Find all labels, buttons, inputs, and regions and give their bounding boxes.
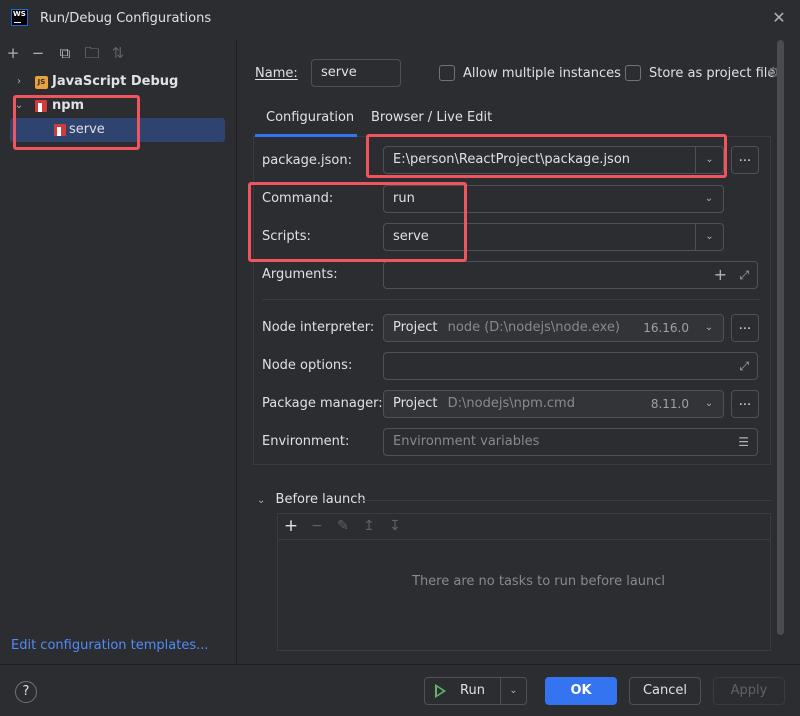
tree-item-label: serve (69, 122, 105, 137)
node-options-label: Node options: (262, 358, 353, 373)
command-label: Command: (262, 191, 334, 206)
configurations-tree-pane: + − ⧉ 🗀 ⇅ › JS JavaScript Debug ⌄ npm se… (0, 40, 237, 664)
browse-package-manager-button[interactable]: ... (731, 390, 759, 418)
before-launch-toolbar: + − ✎ ↥ ↧ (278, 514, 770, 540)
scripts-value: serve (393, 229, 429, 244)
node-interpreter-kind: Project (393, 320, 438, 335)
package-manager-kind: Project (393, 396, 438, 411)
scripts-select[interactable]: serve ⌄ (383, 223, 724, 251)
tree-item-npm[interactable]: ⌄ npm (0, 94, 237, 118)
command-value: run (393, 191, 415, 206)
store-as-file-label[interactable]: Store as project file (649, 66, 775, 81)
chevron-right-icon[interactable]: › (13, 70, 25, 94)
webstorm-logo-icon: WS (11, 9, 28, 26)
chevron-down-icon[interactable]: ⌄ (695, 147, 723, 173)
scrollbar[interactable] (777, 40, 784, 635)
edit-icon[interactable]: ✎ (334, 517, 352, 535)
browse-package-json-button[interactable]: ... (731, 146, 759, 174)
name-label: Name: (255, 66, 298, 81)
move-up-icon[interactable]: ↥ (360, 517, 378, 535)
node-interpreter-version: 16.16.0 (643, 321, 689, 335)
ok-button[interactable]: OK (545, 677, 617, 705)
package-manager-label: Package manager: (262, 396, 383, 411)
before-launch-header[interactable]: ⌄ Before launch (257, 492, 366, 507)
expand-icon[interactable]: ⤢ (739, 353, 749, 379)
node-options-input[interactable]: ⤢ (383, 352, 758, 380)
allow-multiple-label[interactable]: Allow multiple instances (463, 66, 621, 81)
help-button[interactable]: ? (15, 681, 37, 703)
chevron-down-icon[interactable]: ⌄ (695, 391, 723, 417)
environment-placeholder: Environment variables (393, 434, 540, 449)
before-launch-divider (359, 500, 771, 501)
copy-icon[interactable]: ⧉ (56, 44, 74, 62)
run-button[interactable]: Run ⌄ (424, 677, 527, 705)
empty-tasks-text: There are no tasks to run before launcl (412, 574, 666, 589)
chevron-down-icon[interactable]: ⌄ (500, 678, 526, 704)
add-icon[interactable]: + (282, 517, 300, 535)
window-title: Run/Debug Configurations (40, 11, 212, 26)
cancel-button[interactable]: Cancel (629, 677, 701, 705)
package-json-field[interactable]: E:\person\ReactProject\package.json ⌄ (383, 146, 724, 174)
package-manager-path: D:\nodejs\npm.cmd (447, 396, 575, 411)
form-separator (262, 299, 761, 300)
package-manager-select[interactable]: Project D:\nodejs\npm.cmd 8.11.0 ⌄ (383, 390, 724, 418)
tab-browser-live-edit[interactable]: Browser / Live Edit (371, 110, 492, 125)
new-folder-icon[interactable]: 🗀 (83, 44, 101, 62)
node-interpreter-select[interactable]: Project node (D:\nodejs\node.exe) 16.16.… (383, 314, 724, 342)
node-interpreter-path: node (D:\nodejs\node.exe) (447, 320, 620, 335)
add-icon[interactable]: + (714, 262, 727, 288)
expand-icon[interactable]: ⤢ (739, 262, 749, 288)
tab-configuration[interactable]: Configuration (266, 110, 354, 125)
package-manager-version: 8.11.0 (650, 397, 689, 411)
chevron-down-icon[interactable]: ⌄ (695, 224, 723, 250)
title-bar: WS Run/Debug Configurations ✕ (0, 0, 800, 40)
package-json-value: E:\person\ReactProject\package.json (393, 152, 631, 167)
footer-divider (0, 664, 800, 665)
run-label: Run (460, 683, 485, 698)
name-input[interactable]: serve (311, 59, 401, 87)
environment-input[interactable]: Environment variables ☰ (383, 428, 758, 456)
chevron-down-icon[interactable]: ⌄ (257, 495, 265, 506)
chevron-down-icon[interactable]: ⌄ (695, 315, 723, 341)
npm-icon (35, 100, 47, 112)
edit-templates-link[interactable]: Edit configuration templates... (11, 638, 209, 653)
arguments-input[interactable]: + ⤢ (383, 261, 758, 289)
store-as-file-checkbox[interactable] (625, 65, 641, 81)
node-interpreter-label: Node interpreter: (262, 320, 375, 335)
remove-icon[interactable]: − (308, 517, 326, 535)
arguments-label: Arguments: (262, 267, 338, 282)
close-icon[interactable]: ✕ (770, 9, 788, 27)
tree-item-serve[interactable]: serve (10, 118, 225, 142)
tree-item-label: JavaScript Debug (52, 74, 179, 89)
apply-button[interactable]: Apply (713, 677, 785, 705)
tree-item-label: npm (52, 98, 85, 113)
javascript-icon: JS (35, 76, 48, 89)
move-down-icon[interactable]: ↧ (386, 517, 404, 535)
environment-label: Environment: (262, 434, 350, 449)
sort-icon[interactable]: ⇅ (109, 44, 127, 62)
tree-item-javascript-debug[interactable]: › JS JavaScript Debug (0, 70, 237, 94)
chevron-down-icon[interactable]: ⌄ (13, 94, 25, 118)
run-icon (435, 684, 446, 698)
before-launch-panel: + − ✎ ↥ ↧ There are no tasks to run befo… (277, 513, 771, 651)
command-select[interactable]: run ⌄ (383, 185, 724, 213)
npm-icon (54, 124, 66, 136)
add-icon[interactable]: + (4, 44, 22, 62)
allow-multiple-checkbox[interactable] (439, 65, 455, 81)
browse-node-interpreter-button[interactable]: ... (731, 314, 759, 342)
before-launch-title: Before launch (275, 492, 366, 507)
list-icon[interactable]: ☰ (738, 429, 749, 455)
chevron-down-icon[interactable]: ⌄ (695, 186, 723, 212)
package-json-label: package.json: (262, 153, 352, 168)
scripts-label: Scripts: (262, 229, 311, 244)
remove-icon[interactable]: − (29, 44, 47, 62)
